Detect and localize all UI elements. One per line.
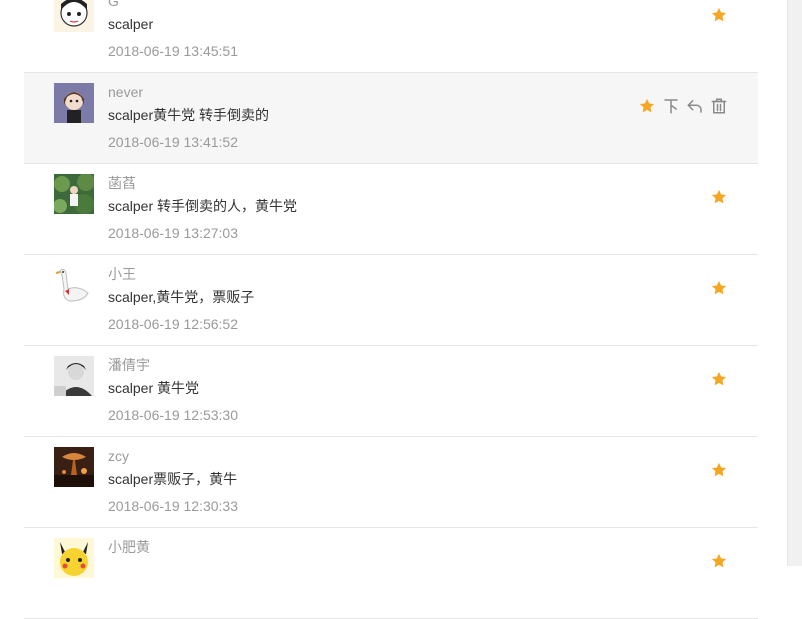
comment-time: 2018-06-19 13:45:51: [108, 43, 238, 59]
comment-actions: [710, 458, 728, 482]
comment-time: 2018-06-19 13:27:03: [108, 225, 238, 241]
comment-actions: [710, 185, 728, 209]
avatar[interactable]: [54, 447, 94, 487]
avatar[interactable]: [54, 538, 94, 578]
avatar[interactable]: [54, 83, 94, 123]
comment-text: scalper 黄牛党: [108, 380, 200, 396]
star-icon[interactable]: [710, 552, 728, 570]
comment-author[interactable]: 菡萏: [108, 174, 136, 192]
scrollbar[interactable]: [787, 0, 802, 566]
comment-item: 潘倩宇 scalper 黄牛党 2018-06-19 12:53:30: [24, 346, 758, 437]
comment-actions: [638, 94, 728, 118]
comment-actions: [710, 367, 728, 391]
avatar[interactable]: [54, 0, 94, 32]
comment-author[interactable]: 小王: [108, 265, 136, 283]
comment-time: 2018-06-19 13:41:52: [108, 134, 238, 150]
reply-icon[interactable]: [686, 97, 704, 115]
star-icon[interactable]: [710, 370, 728, 388]
comment-time: 2018-06-19 12:30:33: [108, 498, 238, 514]
star-icon[interactable]: [710, 279, 728, 297]
comment-item: G scalper 2018-06-19 13:45:51: [24, 0, 758, 73]
comment-text: scalper票贩子，黄牛: [108, 471, 238, 487]
comment-author[interactable]: G: [108, 0, 119, 10]
star-icon[interactable]: [710, 188, 728, 206]
comment-author[interactable]: 潘倩宇: [108, 356, 150, 374]
avatar[interactable]: [54, 174, 94, 214]
comment-item: never scalper黄牛党 转手倒卖的 2018-06-19 13:41:…: [24, 73, 758, 164]
avatar[interactable]: [54, 265, 94, 305]
comment-item: zcy scalper票贩子，黄牛 2018-06-19 12:30:33: [24, 437, 758, 528]
comment-item: 小王 scalper,黄牛党，票贩子 2018-06-19 12:56:52: [24, 255, 758, 346]
pin-top-icon[interactable]: [662, 97, 680, 115]
comment-author[interactable]: 小肥黄: [108, 538, 150, 556]
comment-time: 2018-06-19 12:53:30: [108, 407, 238, 423]
comment-text: scalper黄牛党 转手倒卖的: [108, 107, 270, 123]
comment-text: scalper,黄牛党，票贩子: [108, 289, 255, 305]
avatar[interactable]: [54, 356, 94, 396]
comment-actions: [710, 549, 728, 573]
delete-icon[interactable]: [710, 97, 728, 115]
comment-author[interactable]: zcy: [108, 447, 129, 465]
star-icon[interactable]: [638, 97, 656, 115]
comment-text: scalper 转手倒卖的人，黄牛党: [108, 198, 298, 214]
comment-item: 菡萏 scalper 转手倒卖的人，黄牛党 2018-06-19 13:27:0…: [24, 164, 758, 255]
comment-author[interactable]: never: [108, 83, 143, 101]
comment-time: 2018-06-19 12:56:52: [108, 316, 238, 332]
comment-list: G scalper 2018-06-19 13:45:51 never scal…: [24, 0, 758, 619]
comment-actions: [710, 276, 728, 300]
comment-text: scalper: [108, 16, 154, 32]
comment-item: 小肥黄: [24, 528, 758, 619]
comment-actions: [710, 3, 728, 27]
star-icon[interactable]: [710, 6, 728, 24]
star-icon[interactable]: [710, 461, 728, 479]
